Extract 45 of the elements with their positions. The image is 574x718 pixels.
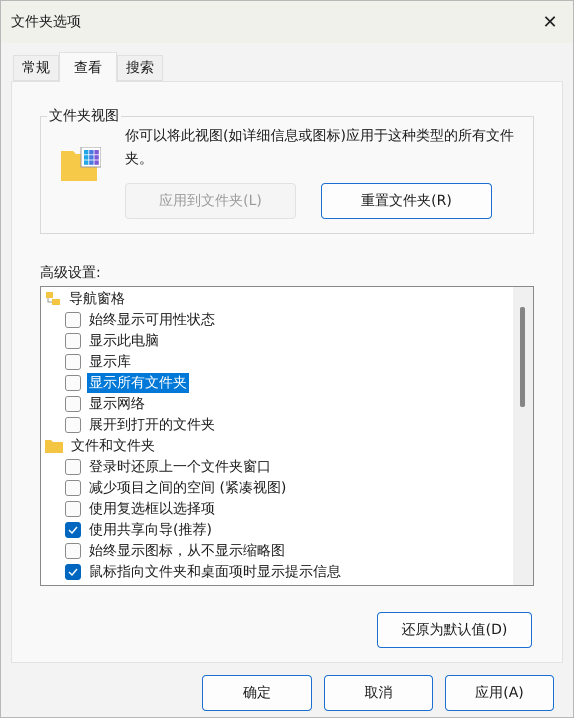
ok-button[interactable]: 确定 [202,675,312,711]
checkbox[interactable] [65,480,81,496]
checkbox[interactable] [65,542,81,558]
reset-folders-button[interactable]: 重置文件夹(R) [321,183,492,219]
setting-label[interactable]: 显示所有文件夹 [87,372,189,392]
description-text: 你可以将此视图(如详细信息或图标)应用于这种类型的所有文件夹。 [125,127,515,169]
group-title: 文件夹视图 [48,107,120,125]
checkbox[interactable] [65,564,81,580]
folder-icon [45,438,63,452]
setting-label[interactable]: 显示网络 [87,394,147,414]
setting-label[interactable]: 登录时还原上一个文件夹窗口 [87,456,273,476]
checkmark-icon [68,526,78,534]
setting-label[interactable]: 始终显示可用性状态 [87,310,217,330]
scrollbar[interactable] [513,287,533,585]
checkbox[interactable] [65,374,81,390]
checkbox[interactable] [65,312,81,328]
close-button[interactable]: ✕ [527,4,573,40]
setting-label[interactable]: 减少项目之间的空间 (紧凑视图) [87,478,288,498]
cancel-button[interactable]: 取消 [324,675,433,711]
section-label: 高级设置: [40,264,102,282]
category-label: 导航窗格 [68,290,126,308]
restore-defaults-button[interactable]: 还原为默认值(D) [377,612,532,648]
checkbox[interactable] [65,522,81,538]
setting-label[interactable]: 鼠标指向文件夹和桌面项时显示提示信息 [87,562,343,582]
checkmark-icon [68,568,78,576]
tab[interactable]: 搜索 [117,55,163,81]
checkbox[interactable] [65,416,81,432]
setting-label[interactable]: 始终显示图标，从不显示缩略图 [87,540,287,560]
tab[interactable]: 查看 [59,52,117,82]
category-label: 文件和文件夹 [70,436,156,456]
tree-folders-icon [45,290,61,306]
setting-label[interactable]: 显示库 [87,352,133,372]
checkbox[interactable] [65,396,81,412]
setting-label[interactable]: 使用共享向导(推荐) [87,520,214,540]
apply-button[interactable]: 应用(A) [445,675,554,711]
folder-grid-icon [61,147,101,181]
checkbox[interactable] [65,500,81,516]
setting-label[interactable]: 使用复选框以选择项 [87,498,217,518]
tab[interactable]: 常规 [13,55,59,81]
checkbox[interactable] [65,332,81,348]
checkbox[interactable] [65,458,81,474]
setting-label[interactable]: 展开到打开的文件夹 [87,414,217,434]
setting-label[interactable]: 显示此电脑 [87,330,161,350]
checkbox[interactable] [65,354,81,370]
window-title: 文件夹选项 [11,13,81,31]
